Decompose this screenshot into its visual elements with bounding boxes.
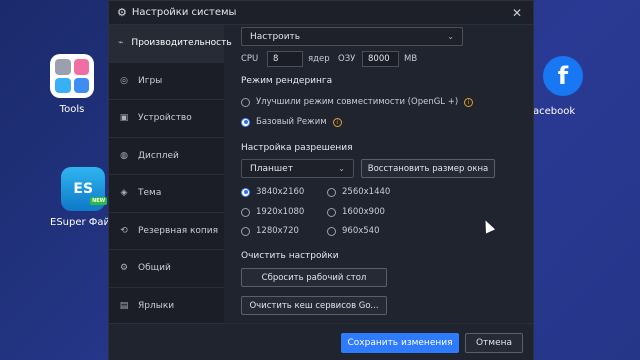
sidebar-item-general[interactable]: ⚙ Общий xyxy=(109,250,224,288)
performance-preset-select[interactable]: Настроить ⌄ xyxy=(241,27,463,46)
esuper-tile-text: ES xyxy=(73,181,94,197)
performance-preset-value: Настроить xyxy=(250,31,301,42)
radio-button xyxy=(327,207,336,217)
restore-window-size-button[interactable]: Восстановить размер окна xyxy=(361,159,495,178)
settings-content: Настроить ⌄ CPU 8 ядер ОЗУ 8000 MB Режим… xyxy=(224,25,533,323)
resolution-option-3840x2160[interactable]: 3840x2160 xyxy=(241,187,304,197)
resolution-option-label: 1920x1080 xyxy=(256,207,305,217)
render-option-basic[interactable]: Базовый Режим i xyxy=(241,117,342,127)
radio-button xyxy=(241,97,250,107)
ram-label: ОЗУ xyxy=(338,54,356,64)
cancel-button[interactable]: Отмена xyxy=(465,333,523,353)
sidebar-item-label: Дисплей xyxy=(138,150,179,161)
render-option-opengl-plus[interactable]: Улучшили режим совместимости (OpenGL +) … xyxy=(241,97,474,107)
footer: Сохранить изменения Отмена xyxy=(109,323,533,360)
chevron-down-icon: ⌄ xyxy=(447,32,454,41)
display-icon: ◍ xyxy=(120,150,128,161)
sidebar-item-backup[interactable]: ⟲ Резервная копия xyxy=(109,213,224,250)
resolution-option-960x540[interactable]: 960x540 xyxy=(327,226,379,236)
save-changes-button[interactable]: Сохранить изменения xyxy=(341,333,459,353)
radio-button-selected xyxy=(241,187,250,197)
radio-button-selected xyxy=(241,117,250,127)
resolution-option-label: 960x540 xyxy=(342,226,380,236)
desktop-icon-facebook[interactable]: f acebook xyxy=(533,56,583,117)
resolution-option-label: 2560x1440 xyxy=(342,187,391,197)
shortcuts-icon: ▤ xyxy=(119,300,129,311)
resolution-option-label: 3840x2160 xyxy=(256,187,305,197)
sidebar-item-device[interactable]: ▣ Устройство xyxy=(109,100,224,138)
resolution-option-1920x1080[interactable]: 1920x1080 xyxy=(241,207,304,217)
render-option-label: Базовый Режим xyxy=(256,117,327,127)
performance-icon: ⌁ xyxy=(118,38,124,49)
sidebar-item-label: Устройство xyxy=(138,113,192,124)
sidebar-item-label: Производительность xyxy=(131,38,232,49)
radio-button xyxy=(327,187,336,197)
sidebar: ⌁ Производительность ◎ Игры ▣ Устройство… xyxy=(109,25,232,325)
sidebar-item-label: Тема xyxy=(138,188,162,199)
resolution-option-label: 1600x900 xyxy=(342,207,385,217)
esuper-app-icon: ES NEW xyxy=(61,167,108,211)
device-icon: ▣ xyxy=(119,113,129,124)
radio-button xyxy=(241,207,250,217)
clear-services-cache-button[interactable]: Очистить кеш сервисов Go... xyxy=(241,296,387,315)
render-option-label: Улучшили режим совместимости (OpenGL +) xyxy=(256,97,459,107)
facebook-app-icon: f xyxy=(543,56,583,96)
radio-button xyxy=(241,226,250,236)
device-type-select[interactable]: Планшет ⌄ xyxy=(241,159,354,178)
desktop-icon-label: acebook xyxy=(533,106,576,117)
desktop-icon-tools[interactable]: Tools xyxy=(50,54,94,115)
ram-unit: MB xyxy=(404,54,418,64)
radio-button xyxy=(327,226,336,236)
theme-icon: ◈ xyxy=(120,188,128,199)
close-button[interactable]: ✕ xyxy=(509,6,525,20)
chevron-down-icon: ⌄ xyxy=(338,164,345,173)
clear-settings-title: Очистить настройки xyxy=(241,251,339,261)
render-mode-title: Режим рендеринга xyxy=(241,76,333,86)
tools-app-icon xyxy=(50,54,94,98)
sidebar-item-games[interactable]: ◎ Игры xyxy=(109,63,224,100)
reset-desktop-button[interactable]: Сбросить рабочий стол xyxy=(241,268,387,287)
info-icon[interactable]: i xyxy=(332,117,342,127)
sidebar-item-label: Общий xyxy=(138,263,171,274)
desktop-icon-label: ESuper Файл xyxy=(50,217,117,228)
resolution-title: Настройка разрешения xyxy=(241,143,353,153)
resolution-option-label: 1280x720 xyxy=(256,226,299,236)
sidebar-item-display[interactable]: ◍ Дисплей xyxy=(109,138,224,175)
general-icon: ⚙ xyxy=(119,263,129,274)
sidebar-item-label: Игры xyxy=(138,75,163,86)
ram-input[interactable]: 8000 xyxy=(362,51,399,67)
settings-window: ⚙ Настройки системы ✕ ⌁ Производительнос… xyxy=(108,0,534,360)
device-type-value: Планшет xyxy=(250,163,293,174)
new-badge: NEW xyxy=(90,197,108,205)
sidebar-item-label: Ярлыки xyxy=(138,300,175,311)
desktop-icon-label: Tools xyxy=(59,104,85,115)
cpu-cores-input[interactable]: 8 xyxy=(267,51,303,67)
desktop-icon-esuper[interactable]: ES NEW ESuper Файл xyxy=(50,167,116,228)
info-icon[interactable]: i xyxy=(464,97,474,107)
resolution-option-2560x1440[interactable]: 2560x1440 xyxy=(327,187,390,197)
gamepad-icon: ◎ xyxy=(120,75,128,86)
cpu-label: CPU xyxy=(241,54,259,64)
gear-icon: ⚙ xyxy=(117,6,127,19)
sidebar-item-shortcuts[interactable]: ▤ Ярлыки xyxy=(109,288,224,325)
backup-icon: ⟲ xyxy=(120,225,128,236)
resolution-option-1280x720[interactable]: 1280x720 xyxy=(241,226,299,236)
sidebar-item-label: Резервная копия xyxy=(138,225,219,236)
window-title: Настройки системы xyxy=(131,7,237,18)
titlebar: ⚙ Настройки системы ✕ xyxy=(109,1,533,25)
cpu-unit: ядер xyxy=(308,54,330,64)
sidebar-item-performance[interactable]: ⌁ Производительность xyxy=(109,25,232,63)
resolution-option-1600x900[interactable]: 1600x900 xyxy=(327,207,385,217)
sidebar-item-theme[interactable]: ◈ Тема xyxy=(109,175,224,213)
